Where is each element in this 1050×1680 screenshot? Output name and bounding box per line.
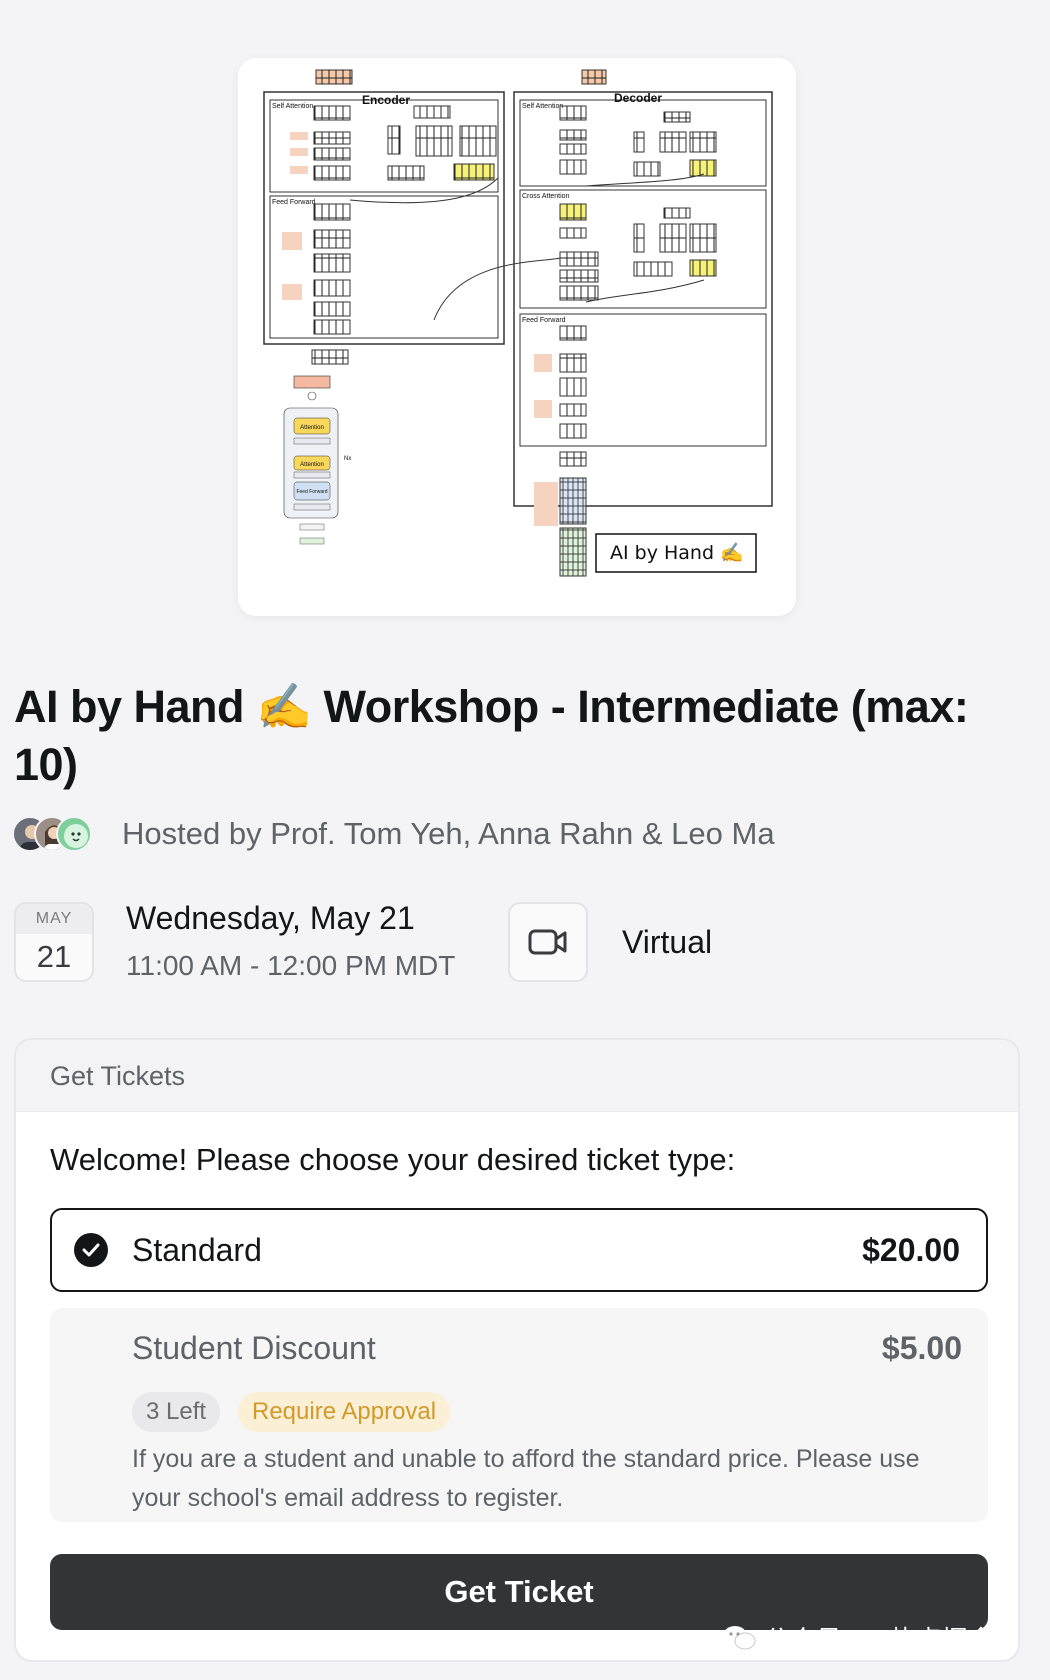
remaining-badge: 3 Left [132,1392,221,1432]
tickets-header: Get Tickets [16,1040,1018,1112]
event-page: Encoder Self Attention Feed Forward Deco… [0,0,1050,1680]
decoder-feed-forward-label: Feed Forward [522,317,566,324]
stamp-text: AI by Hand ✍️ [610,542,744,564]
date-month: MAY [16,904,92,934]
ticket-option-student-discount[interactable]: Student Discount $5.00 3 Left Require Ap… [50,1308,988,1522]
event-date: Wednesday, May 21 [126,900,415,936]
date-calendar-tile: MAY 21 [14,902,94,982]
event-cover-image: Encoder Self Attention Feed Forward Deco… [238,58,796,616]
encoder-label: Encoder [362,93,410,107]
ticket-price: $5.00 [881,1330,962,1366]
avatar-host-3[interactable] [56,816,92,852]
hosted-by-text[interactable]: Hosted by Prof. Tom Yeh, Anna Rahn & Leo… [122,816,775,852]
ticket-option-standard[interactable]: Standard $20.00 [50,1208,988,1292]
wechat-icon [723,1626,756,1650]
cross-attention-label: Cross Attention [522,193,570,200]
decoder-self-attention-label: Self Attention [522,103,563,110]
check-circle-icon [74,1233,108,1267]
wechat-watermark: 公众号 · AI热点掘金 [722,1618,994,1658]
event-title: AI by Hand ✍️ Workshop - Intermediate (m… [14,681,969,790]
event-time: 11:00 AM - 12:00 PM MDT [126,950,456,981]
watermark-text: 公众号 · AI热点掘金 [764,1624,994,1655]
video-camera-icon [508,902,588,982]
diagram-attention-label-2: Attention [300,462,324,468]
host-avatars[interactable] [12,814,108,854]
encoder-feed-forward-label: Feed Forward [272,199,316,206]
date-day: 21 [36,939,72,974]
tickets-welcome-text: Welcome! Please choose your desired tick… [50,1142,736,1177]
ticket-name: Standard [132,1231,262,1268]
approval-badge: Require Approval [238,1392,451,1432]
decoder-label: Decoder [614,91,662,105]
ticket-price: $20.00 [862,1231,960,1268]
nx-label: Nx [344,456,351,462]
ticket-name: Student Discount [132,1330,376,1366]
hosts-row[interactable]: Hosted by Prof. Tom Yeh, Anna Rahn & Leo… [12,812,775,856]
ticket-description: If you are a student and unable to affor… [132,1445,920,1512]
diagram-feed-forward-label: Feed Forward [296,489,327,495]
event-location: Virtual [622,924,713,960]
diagram-attention-label-1: Attention [300,425,324,431]
self-attention-label: Self Attention [272,103,313,110]
tickets-card: Get Tickets Welcome! Please choose your … [14,1038,1020,1662]
